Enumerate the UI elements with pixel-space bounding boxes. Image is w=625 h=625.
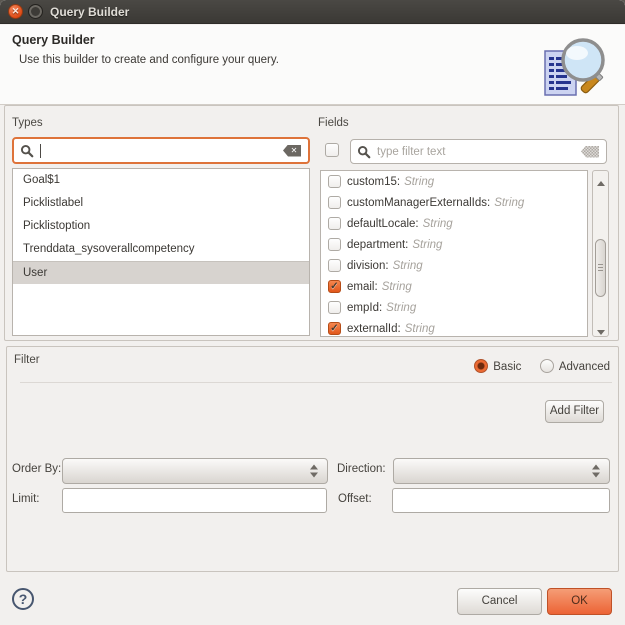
field-type: String [404,322,435,335]
field-name: empId: [347,301,383,314]
field-type: String [494,196,525,209]
radio-basic-label: Basic [493,361,522,373]
filter-mode-group: Basic Advanced [460,357,610,375]
help-button[interactable]: ? [12,588,34,610]
field-type: String [404,175,435,188]
field-checkbox[interactable] [328,196,341,209]
clear-search-icon[interactable]: ✕ [283,144,301,157]
types-list-item[interactable]: User [13,261,309,284]
limit-label: Limit: [12,493,40,505]
fields-list-item[interactable]: customManagerExternalIds: String [321,192,587,213]
types-search-input[interactable] [40,140,282,161]
close-button[interactable]: ✕ [8,4,23,19]
dialog-header: Query Builder Use this builder to create… [0,25,625,105]
direction-select[interactable] [393,458,610,484]
radio-advanced[interactable]: Advanced [539,357,610,375]
field-checkbox[interactable] [328,259,341,272]
fields-list-item[interactable]: division: String [321,255,587,276]
fields-list-item[interactable]: ✓ externalId: String [321,318,587,336]
field-name: department: [347,238,409,251]
restore-button[interactable] [28,4,43,19]
select-all-checkbox[interactable] [325,143,339,157]
fields-list-item[interactable]: department: String [321,234,587,255]
field-type: String [412,238,443,251]
scrollbar-thumb[interactable] [595,239,606,297]
field-name: externalId: [347,322,401,335]
direction-label: Direction: [337,463,386,475]
field-name: division: [347,259,389,272]
types-search-box[interactable]: ✕ [12,137,310,164]
field-type: String [392,259,423,272]
radio-advanced-label: Advanced [558,361,610,373]
field-checkbox[interactable] [328,301,341,314]
search-icon [357,145,371,158]
fields-list-item[interactable]: empId: String [321,297,587,318]
radio-basic[interactable]: Basic [474,357,521,375]
field-checkbox-checked[interactable]: ✓ [328,280,341,293]
add-filter-button[interactable]: Add Filter [545,400,604,423]
scroll-up-icon[interactable] [593,173,608,186]
limit-input[interactable] [62,488,327,513]
cancel-button[interactable]: Cancel [457,588,542,615]
filter-separator [20,382,612,383]
offset-label: Offset: [338,493,372,505]
spinner-arrows-icon [310,464,318,478]
field-name: defaultLocale: [347,217,419,230]
order-by-label: Order By: [12,463,62,475]
search-icon [20,144,34,157]
window-title: Query Builder [50,5,130,19]
field-name: customManagerExternalIds: [347,196,491,209]
fields-filter-input[interactable] [377,141,580,162]
field-name: email: [347,280,378,293]
filter-label: Filter [14,354,40,366]
ok-button[interactable]: OK [547,588,612,615]
order-by-select[interactable] [62,458,328,484]
titlebar[interactable]: ✕ Query Builder [0,0,625,24]
types-list-item[interactable]: Trenddata_sysoverallcompetency [13,238,309,261]
field-checkbox[interactable] [328,238,341,251]
field-checkbox-checked[interactable]: ✓ [328,322,341,335]
types-label: Types [12,117,43,129]
field-checkbox[interactable] [328,217,341,230]
types-list-item[interactable]: Goal$1 [13,169,309,192]
page-title: Query Builder [12,33,95,47]
types-list-item[interactable]: Picklistlabel [13,192,309,215]
field-checkbox[interactable] [328,175,341,188]
clear-filter-icon-disabled: ✕ [581,145,599,158]
fields-scrollbar[interactable] [592,170,609,337]
fields-list-item[interactable]: ✓ email: String [321,276,587,297]
field-name: custom15: [347,175,401,188]
page-subtitle: Use this builder to create and configure… [19,54,279,66]
query-builder-dialog: ✕ Query Builder Query Builder Use this b… [0,0,625,625]
fields-list-item[interactable]: defaultLocale: String [321,213,587,234]
radio-basic-icon[interactable] [474,359,489,373]
offset-input[interactable] [392,488,610,513]
field-type: String [381,280,412,293]
radio-advanced-icon[interactable] [539,359,554,373]
document-magnifier-icon [544,38,605,96]
field-type: String [386,301,417,314]
types-list-item[interactable]: Picklistoption [13,215,309,238]
fields-list-item[interactable]: custom15: String [321,171,587,192]
fields-filter-box[interactable]: ✕ [350,139,607,164]
fields-list[interactable]: custom15: String customManagerExternalIds:… [320,170,588,337]
spinner-arrows-icon [592,464,600,478]
scroll-down-icon[interactable] [593,322,608,335]
types-list[interactable]: Goal$1 Picklistlabel Picklistoption Trendda… [12,168,310,336]
field-type: String [422,217,453,230]
fields-label: Fields [318,117,349,129]
